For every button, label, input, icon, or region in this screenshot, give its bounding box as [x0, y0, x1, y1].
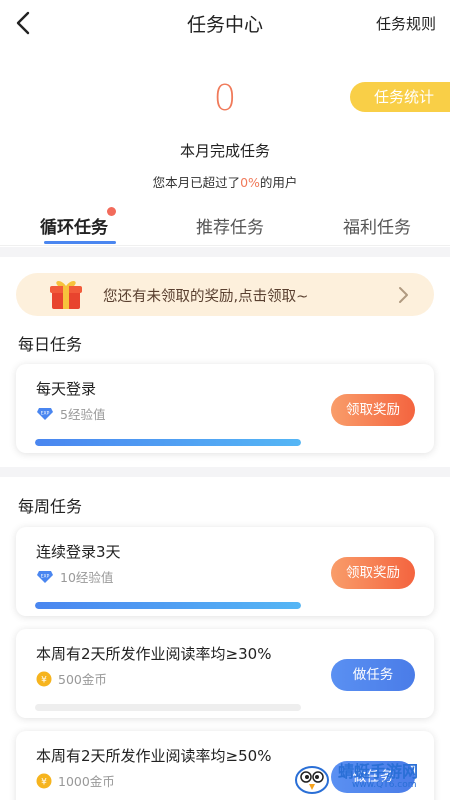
tab-label: 福利任务 [343, 218, 411, 238]
do-task-button[interactable]: 做任务 [331, 659, 415, 691]
reward-text: 1000金币 [58, 774, 115, 789]
tab-label: 推荐任务 [196, 218, 264, 238]
tab-cyclic-tasks[interactable]: 循环任务 [40, 207, 116, 238]
tab-welfare-tasks[interactable]: 福利任务 [343, 213, 411, 238]
task-progress-bar [35, 704, 301, 711]
watermark-url: www.QT6.com [352, 780, 417, 790]
active-tab-indicator [44, 241, 116, 244]
progress-fill [35, 602, 301, 609]
tab-recommended-tasks[interactable]: 推荐任务 [196, 213, 264, 238]
reward-text: 500金币 [58, 672, 107, 687]
section-divider [0, 467, 450, 477]
claim-reward-button[interactable]: 领取奖励 [331, 394, 415, 426]
chevron-right-icon [399, 287, 408, 303]
section-divider [0, 247, 450, 257]
progress-fill [35, 439, 301, 446]
claim-reward-button[interactable]: 领取奖励 [331, 557, 415, 589]
svg-text:¥: ¥ [41, 675, 47, 685]
task-reward: EXP 5经验值 [36, 404, 105, 423]
task-reward: EXP 10经验值 [36, 567, 113, 586]
rank-text-suffix: 的用户 [259, 175, 298, 190]
reward-text: 5经验值 [60, 407, 106, 422]
reward-text: 10经验值 [60, 570, 114, 585]
rank-text-prefix: 您本月已超过了 [152, 175, 241, 190]
watermark: 蜻蜓手游网 www.QT6.com [292, 756, 442, 796]
nav-bar: 任务中心 任务规则 [0, 0, 450, 46]
svg-text:EXP: EXP [41, 410, 50, 416]
stats-header: 0 任务统计 本月完成任务 您本月已超过了0%的用户 [0, 60, 450, 200]
rank-percent: 0% [240, 175, 260, 190]
task-card: 连续登录3天 EXP 10经验值 领取奖励 [16, 527, 434, 616]
task-tabs: 循环任务 推荐任务 福利任务 [0, 200, 450, 246]
task-name: 本周有2天所发作业阅读率均≥50% [36, 747, 272, 765]
task-card: 本周有2天所发作业阅读率均≥30% ¥ 500金币 做任务 [16, 629, 434, 718]
daily-tasks-title: 每日任务 [18, 335, 83, 354]
task-reward: ¥ 500金币 [36, 669, 107, 688]
tab-label: 循环任务 [40, 218, 108, 238]
rank-text: 您本月已超过了0%的用户 [0, 172, 450, 191]
notification-dot [107, 207, 116, 216]
banner-text: 您还有未领取的奖励,点击领取~ [103, 289, 309, 305]
unclaimed-reward-banner[interactable]: 您还有未领取的奖励,点击领取~ [16, 273, 434, 316]
task-name: 本周有2天所发作业阅读率均≥30% [36, 645, 272, 663]
task-reward: ¥ 1000金币 [36, 771, 115, 790]
svg-text:EXP: EXP [41, 573, 50, 579]
gold-coin-icon: ¥ [36, 773, 52, 788]
task-stats-button[interactable]: 任务统计 [350, 82, 450, 112]
exp-diamond-icon: EXP [37, 570, 53, 583]
task-name: 每天登录 [36, 380, 97, 398]
svg-text:¥: ¥ [41, 777, 47, 787]
task-card: 每天登录 EXP 5经验值 领取奖励 [16, 364, 434, 453]
task-progress-bar [35, 439, 301, 446]
dragonfly-mascot-icon [295, 766, 329, 794]
weekly-tasks-title: 每周任务 [18, 497, 83, 516]
watermark-text: 蜻蜓手游网 [338, 762, 419, 781]
exp-diamond-icon: EXP [37, 407, 53, 420]
task-progress-bar [35, 602, 301, 609]
gift-box-icon [50, 281, 82, 309]
gold-coin-icon: ¥ [36, 671, 52, 686]
task-name: 连续登录3天 [36, 543, 121, 561]
task-rules-link[interactable]: 任务规则 [376, 13, 436, 34]
completed-label: 本月完成任务 [179, 142, 270, 160]
